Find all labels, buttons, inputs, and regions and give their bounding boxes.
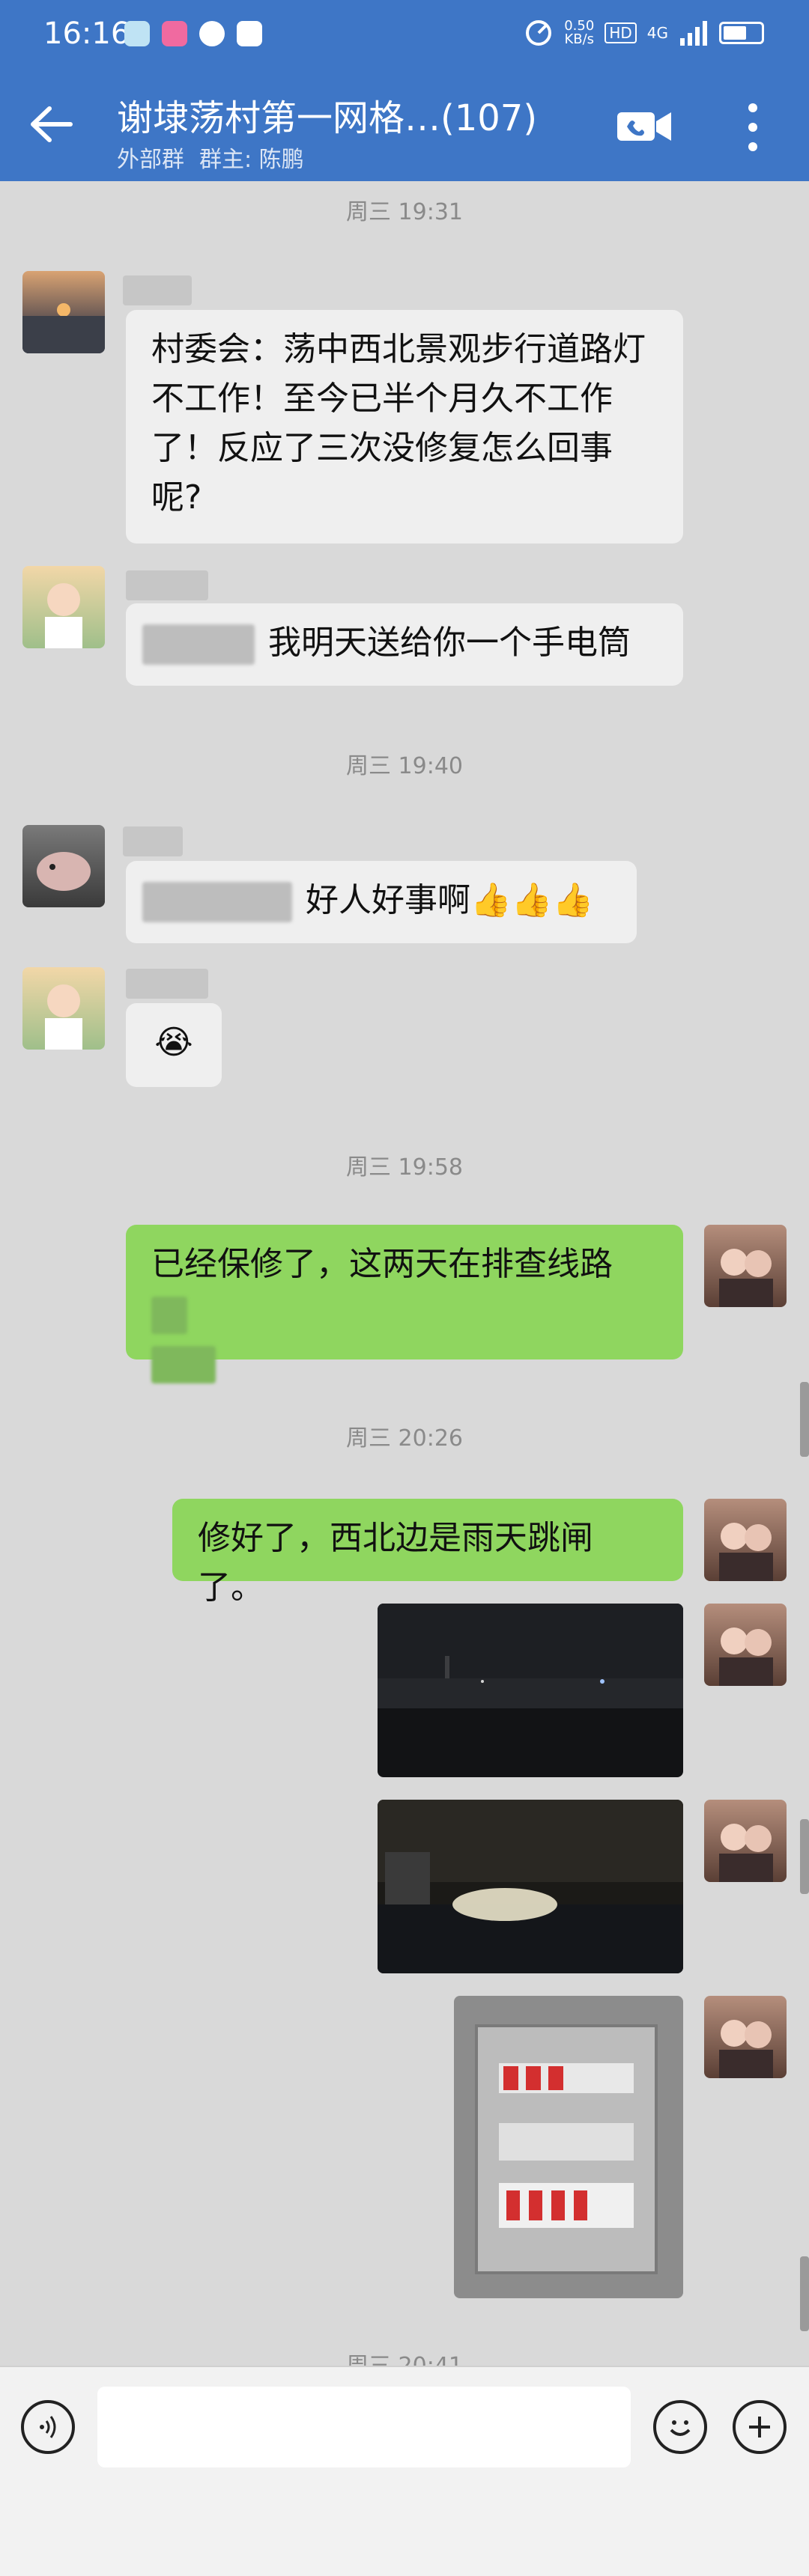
message-bubble[interactable]: 好人好事啊👍👍👍 [126, 861, 637, 943]
couple-avatar-image [719, 2020, 773, 2078]
night-photo [378, 1604, 683, 1708]
sender-name-blurred [123, 275, 192, 305]
sunset-avatar-image [22, 303, 105, 353]
status-indicators: 0.50 KB/s HD 4G [524, 18, 764, 48]
app-notification-icon [124, 21, 150, 46]
nfc-icon [526, 20, 552, 46]
app-notification-icon [199, 21, 225, 46]
signal-label: 4G [646, 24, 668, 42]
sender-name-blurred [123, 826, 183, 856]
timestamp: 周三 20:41 [0, 2355, 809, 2366]
chat-subtitle: 外部群 群主: 陈鹏 [117, 141, 319, 174]
my-avatar[interactable] [704, 1800, 787, 1882]
app-notification-icon [162, 21, 187, 46]
blurred-text [151, 1297, 187, 1334]
my-avatar[interactable] [704, 1604, 787, 1686]
couple-avatar-image [719, 1523, 773, 1581]
timestamp: 周三 20:26 [346, 1425, 463, 1452]
back-button[interactable] [21, 94, 81, 154]
couple-avatar-image [719, 1249, 773, 1307]
avatar[interactable] [22, 271, 105, 353]
emoji-icon [670, 2420, 691, 2436]
chat-header: 谢埭荡村第一网格…(107) 外部群 群主: 陈鹏 [0, 72, 809, 181]
scrollbar[interactable] [800, 2256, 809, 2331]
scrollbar[interactable] [800, 1382, 809, 1457]
sender-name-blurred [126, 570, 208, 600]
my-avatar[interactable] [704, 1225, 787, 1307]
chat-title: 谢埭荡村第一网格…(107) [117, 97, 538, 139]
add-icon [749, 2417, 770, 2438]
message-bubble[interactable]: 我明天送给你一个手电筒 [126, 603, 683, 686]
electrical-panel-photo [475, 2024, 658, 2274]
avatar[interactable] [22, 566, 105, 648]
lit-path-photo [378, 1800, 683, 1973]
message-bubble[interactable]: 😭 [126, 1003, 222, 1087]
status-time: 16:16 [43, 16, 130, 51]
group-owner-label: 群主: 陈鹏 [199, 147, 304, 173]
network-speed: 0.50 KB/s [564, 18, 595, 47]
message-text: 我明天送给你一个手电筒 [268, 624, 631, 662]
message-input[interactable] [97, 2387, 631, 2467]
message-notification-icon [237, 21, 262, 46]
scrollbar[interactable] [800, 1819, 809, 1894]
my-avatar[interactable] [704, 1996, 787, 2078]
couple-avatar-image [719, 1627, 773, 1686]
image-message-night-path[interactable] [378, 1604, 683, 1777]
couple-avatar-image [719, 1824, 773, 1882]
message-bubble[interactable]: 村委会：荡中西北景观步行道路灯不工作！至今已半个月久不工作了！反应了三次没修复怎… [126, 310, 683, 543]
timestamp: 周三 19:40 [346, 753, 463, 779]
input-bar [0, 2366, 809, 2576]
signal-icon [680, 21, 707, 46]
voice-icon [40, 2416, 56, 2438]
more-button[interactable] [734, 99, 772, 156]
more-icon [748, 103, 757, 151]
timestamp: 周三 19:31 [346, 199, 463, 225]
message-text: 好人好事啊👍👍👍 [306, 881, 594, 919]
back-arrow-icon [31, 106, 73, 142]
my-avatar[interactable] [704, 1499, 787, 1581]
animal-avatar-image [37, 852, 91, 891]
my-message-bubble[interactable]: 已经保修了，这两天在排查线路 [126, 1225, 683, 1383]
hd-badge: HD [605, 22, 637, 43]
message-text: 已经保修了，这两天在排查线路 [151, 1245, 613, 1283]
blurred-mention [142, 624, 255, 665]
status-bar: 16:16 0.50 KB/s HD 4G [0, 0, 809, 72]
group-type-label: 外部群 [117, 147, 184, 173]
sender-name-blurred [126, 969, 208, 999]
voice-button[interactable] [21, 2400, 75, 2454]
image-message-electrical-panel[interactable] [454, 1996, 683, 2298]
battery-icon [719, 22, 764, 44]
timestamp: 周三 19:58 [346, 1154, 463, 1181]
my-message-bubble[interactable]: 修好了，西北边是雨天跳闸了。 [172, 1499, 683, 1607]
child-avatar-image [45, 583, 82, 648]
video-call-button[interactable] [614, 103, 674, 148]
avatar[interactable] [22, 967, 105, 1050]
child-avatar-image [45, 984, 82, 1050]
video-call-icon [617, 112, 671, 141]
blurred-text [151, 1346, 216, 1383]
add-button[interactable] [733, 2400, 787, 2454]
image-message-lit-path[interactable] [378, 1800, 683, 1973]
avatar[interactable] [22, 825, 105, 907]
emoji-button[interactable] [653, 2400, 707, 2454]
blurred-mention [142, 882, 292, 922]
